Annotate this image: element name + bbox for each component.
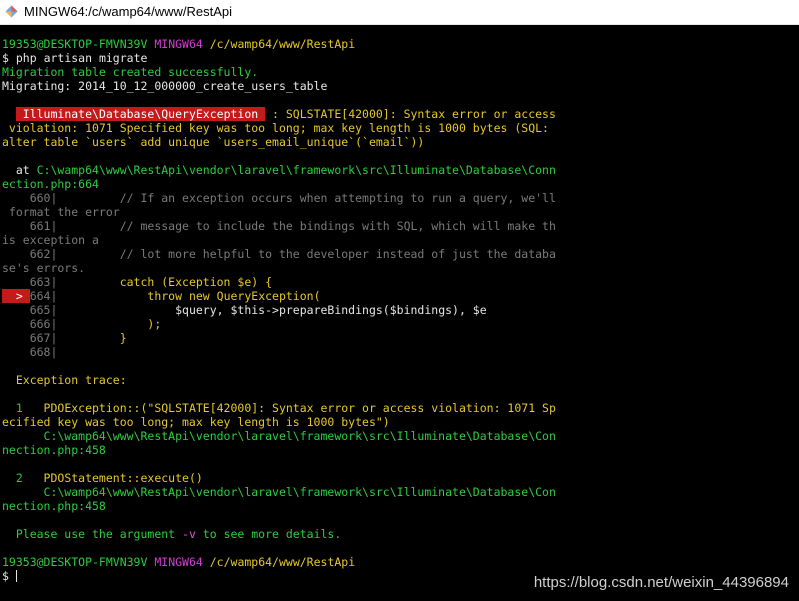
at-path: C:\wamp64\www\RestApi\vendor\laravel\fra… xyxy=(36,163,556,177)
trace-text: PDOStatement::execute() xyxy=(43,471,203,485)
trace-item-1-path: C:\wamp64\www\RestApi\vendor\laravel\fra… xyxy=(2,429,556,443)
prompt-user-host: 19353@DESKTOP-FMVN39V xyxy=(2,37,148,51)
trace-item-2-path: C:\wamp64\www\RestApi\vendor\laravel\fra… xyxy=(2,485,556,499)
line-number: 660| xyxy=(2,191,58,205)
line-number: 664| xyxy=(29,289,58,303)
trace-item-1-wrap: ecified key was too long; max key length… xyxy=(2,415,390,429)
trace-number: 2 xyxy=(2,471,44,485)
migration-created-line: Migration table created successfully. xyxy=(2,65,259,79)
exception-trace-header: Exception trace: xyxy=(2,373,127,387)
prompt-line-2: 19353@DESKTOP-FMVN39V MINGW64 /c/wamp64/… xyxy=(2,555,355,569)
trace-text: PDOException::("SQLSTATE[42000]: Syntax … xyxy=(43,401,556,415)
code-text: // lot more helpful to the developer ins… xyxy=(57,247,556,261)
trace-item-1: 1 PDOException::("SQLSTATE[42000]: Synta… xyxy=(2,401,556,415)
prompt-symbol: $ xyxy=(2,569,9,583)
hint-prefix: Please use the argument xyxy=(2,527,183,541)
prompt-path: /c/wamp64/www/RestApi xyxy=(209,555,356,569)
exception-class-badge: Illuminate\Database\QueryException xyxy=(15,107,266,121)
error-line-2: violation: 1071 Specified key was too lo… xyxy=(2,121,549,135)
trace-number: 1 xyxy=(2,401,44,415)
code-line-660: 660| // If an exception occurs when atte… xyxy=(2,191,556,205)
code-text: throw new QueryException( xyxy=(57,289,321,303)
code-text: ); xyxy=(57,317,162,331)
prompt-symbol: $ xyxy=(2,51,9,65)
code-line-665: 665| $query, $this->prepareBindings($bin… xyxy=(2,303,487,317)
line-number: 662| xyxy=(2,247,58,261)
window-title-bar[interactable]: MINGW64:/c/wamp64/www/RestApi xyxy=(0,0,799,25)
line-number: 663| xyxy=(2,275,58,289)
prompt-env: MINGW64 xyxy=(154,37,203,51)
git-bash-icon xyxy=(5,5,18,18)
line-number: 667| xyxy=(2,331,58,345)
error-message-part1: : SQLSTATE[42000]: Syntax error or acces… xyxy=(265,107,556,121)
trace-item-1-path-wrap: nection.php:458 xyxy=(2,443,106,457)
code-line-666: 666| ); xyxy=(2,317,162,331)
code-text: $query, $this->prepareBindings($bindings… xyxy=(57,303,487,317)
window-title: MINGW64:/c/wamp64/www/RestApi xyxy=(24,4,233,19)
line-number: 666| xyxy=(2,317,58,331)
prompt-line: 19353@DESKTOP-FMVN39V MINGW64 /c/wamp64/… xyxy=(2,37,355,51)
at-path-wrap: ection.php:664 xyxy=(2,177,99,191)
code-line-667: 667| } xyxy=(2,331,127,345)
at-location-line: at C:\wamp64\www\RestApi\vendor\laravel\… xyxy=(2,163,556,177)
trace-item-2-path-wrap: nection.php:458 xyxy=(2,499,106,513)
prompt-path: /c/wamp64/www/RestApi xyxy=(209,37,356,51)
input-line[interactable]: $ xyxy=(2,569,17,583)
code-text: // If an exception occurs when attemptin… xyxy=(57,191,556,205)
current-line-marker: > xyxy=(2,289,30,303)
line-number: 661| xyxy=(2,219,58,233)
code-text: // message to include the bindings with … xyxy=(57,219,556,233)
hint-flag: -v xyxy=(182,527,196,541)
command-text: php artisan migrate xyxy=(15,51,148,65)
migrating-line: Migrating: 2014_10_12_000000_create_user… xyxy=(2,79,328,93)
csdn-watermark: https://blog.csdn.net/weixin_44396894 xyxy=(533,574,789,591)
trace-item-2: 2 PDOStatement::execute() xyxy=(2,471,203,485)
code-line-661-wrap: is exception a xyxy=(2,233,99,247)
prompt-user-host: 19353@DESKTOP-FMVN39V xyxy=(2,555,148,569)
terminal-output[interactable]: 19353@DESKTOP-FMVN39V MINGW64 /c/wamp64/… xyxy=(0,37,799,601)
command-line: $ php artisan migrate xyxy=(2,51,147,65)
code-line-662-wrap: se's errors. xyxy=(2,261,86,275)
code-line-668: 668| xyxy=(2,345,58,359)
line-number: 665| xyxy=(2,303,58,317)
code-line-660-wrap: format the error xyxy=(2,205,120,219)
code-line-664: > 664| throw new QueryException( xyxy=(2,289,321,303)
code-text: } xyxy=(57,331,127,345)
error-line-1: Illuminate\Database\QueryException : SQL… xyxy=(2,107,556,121)
prompt-env: MINGW64 xyxy=(154,555,203,569)
code-line-661: 661| // message to include the bindings … xyxy=(2,219,556,233)
code-line-663: 663| catch (Exception $e) { xyxy=(2,275,272,289)
error-line-3: alter table `users` add unique `users_em… xyxy=(2,135,425,149)
text-cursor xyxy=(15,570,17,582)
code-text: catch (Exception $e) { xyxy=(57,275,273,289)
code-line-662: 662| // lot more helpful to the develope… xyxy=(2,247,556,261)
hint-line: Please use the argument -v to see more d… xyxy=(2,527,341,541)
at-prefix: at xyxy=(2,163,37,177)
hint-suffix: to see more details. xyxy=(195,527,342,541)
